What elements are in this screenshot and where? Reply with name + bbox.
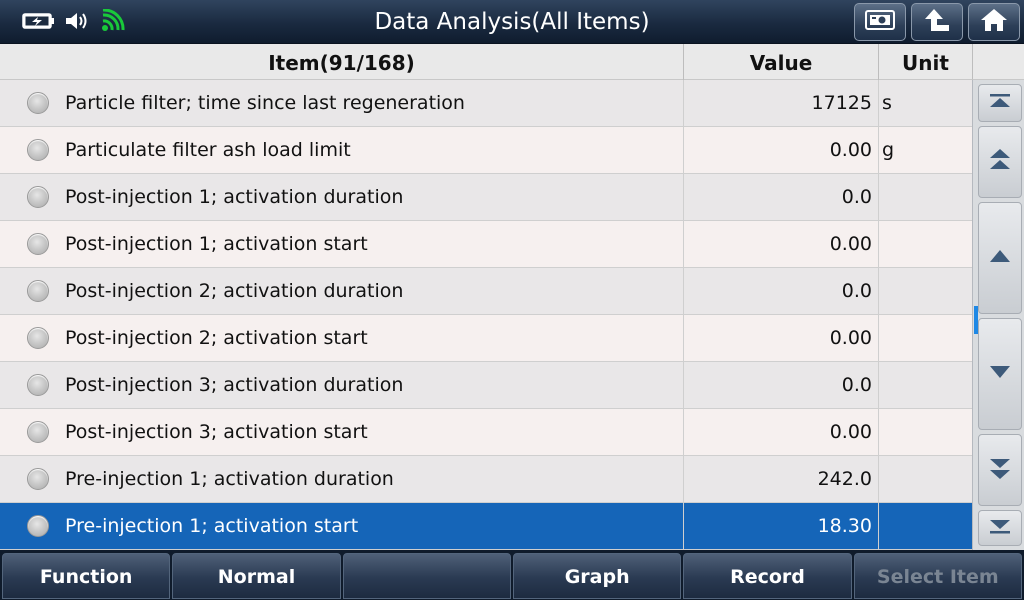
- record-button[interactable]: Record: [683, 553, 852, 599]
- page-up-icon: [988, 147, 1012, 177]
- item-name: Particulate filter ash load limit: [65, 139, 351, 161]
- item-unit: g: [882, 139, 895, 161]
- page-up-button[interactable]: [978, 126, 1022, 198]
- table-row-selected[interactable]: Pre-injection 1; activation start 18.30: [0, 503, 972, 550]
- table-row[interactable]: Post-injection 2; activation duration 0.…: [0, 268, 972, 315]
- table-row[interactable]: Post-injection 3; activation start 0.00: [0, 409, 972, 456]
- radio-button[interactable]: [27, 280, 49, 302]
- scroll-top-button[interactable]: [978, 84, 1022, 122]
- item-value: 0.00: [684, 221, 879, 267]
- item-name: Post-injection 2; activation start: [65, 327, 368, 349]
- radio-button[interactable]: [27, 327, 49, 349]
- table-body: Particle filter; time since last regener…: [0, 80, 972, 550]
- radio-button[interactable]: [27, 92, 49, 114]
- select-item-button[interactable]: Select Item: [853, 553, 1022, 599]
- line-up-button[interactable]: [978, 202, 1022, 314]
- item-value: 18.30: [684, 503, 879, 549]
- item-name: Post-injection 3; activation duration: [65, 374, 404, 396]
- home-icon: [979, 7, 1009, 37]
- item-name: Post-injection 2; activation duration: [65, 280, 404, 302]
- back-button[interactable]: [911, 3, 963, 41]
- item-name: Pre-injection 1; activation duration: [65, 468, 394, 490]
- line-up-icon: [988, 248, 1012, 268]
- item-value: 242.0: [684, 456, 879, 502]
- table-header: Item(91/168) Value Unit: [0, 44, 972, 80]
- line-down-icon: [988, 364, 1012, 384]
- item-unit: [879, 268, 972, 314]
- item-value: 0.00: [684, 315, 879, 361]
- graph-button[interactable]: Graph: [512, 553, 682, 599]
- scroll-bottom-icon: [988, 517, 1012, 539]
- function-button[interactable]: Function: [2, 553, 171, 599]
- table-row[interactable]: Particulate filter ash load limit 0.00 g: [0, 127, 972, 174]
- screenshot-button[interactable]: [854, 3, 906, 41]
- scroll-top-icon: [988, 92, 1012, 114]
- item-unit: [879, 503, 972, 549]
- item-value: 0.0: [684, 362, 879, 408]
- item-value: 0.00: [684, 409, 879, 455]
- item-unit: [879, 174, 972, 220]
- scroll-bottom-button[interactable]: [978, 510, 1022, 546]
- header-spacer: [972, 44, 1024, 80]
- item-name: Particle filter; time since last regener…: [65, 92, 465, 114]
- page-down-button[interactable]: [978, 434, 1022, 506]
- table-row[interactable]: Post-injection 2; activation start 0.00: [0, 315, 972, 362]
- item-name: Post-injection 1; activation duration: [65, 186, 404, 208]
- radio-button[interactable]: [27, 421, 49, 443]
- radio-button[interactable]: [27, 233, 49, 255]
- item-value: 17125: [684, 80, 879, 126]
- table-row[interactable]: Post-injection 3; activation duration 0.…: [0, 362, 972, 409]
- table-row[interactable]: Pre-injection 1; activation duration 242…: [0, 456, 972, 503]
- table-row[interactable]: Particle filter; time since last regener…: [0, 80, 972, 127]
- radio-button[interactable]: [27, 468, 49, 490]
- radio-button[interactable]: [27, 139, 49, 161]
- table-row[interactable]: Post-injection 1; activation duration 0.…: [0, 174, 972, 221]
- radio-button[interactable]: [27, 374, 49, 396]
- item-unit: s: [882, 92, 892, 114]
- bottom-toolbar: Function Normal Graph Record Select Item: [0, 550, 1024, 600]
- screenshot-icon: [864, 8, 896, 36]
- item-unit: [879, 456, 972, 502]
- app-window: Data Analysis(All Items) Item(91/168) Va…: [0, 0, 1024, 600]
- scrollbar[interactable]: [972, 80, 1024, 550]
- data-table: Item(91/168) Value Unit Particle filter;…: [0, 44, 972, 550]
- back-arrow-icon: [922, 7, 952, 37]
- column-header-item[interactable]: Item(91/168): [0, 44, 684, 80]
- radio-button[interactable]: [27, 515, 49, 537]
- item-unit: [879, 221, 972, 267]
- top-button-group: [854, 3, 1020, 41]
- column-header-value: Value: [684, 44, 879, 80]
- item-unit: [879, 409, 972, 455]
- item-value: 0.0: [684, 174, 879, 220]
- column-header-unit: Unit: [902, 51, 949, 75]
- title-bar: Data Analysis(All Items): [0, 0, 1024, 44]
- item-name: Post-injection 3; activation start: [65, 421, 368, 443]
- table-row[interactable]: Post-injection 1; activation start 0.00: [0, 221, 972, 268]
- item-value: 0.0: [684, 268, 879, 314]
- item-value: 0.00: [684, 127, 879, 173]
- item-name: Post-injection 1; activation start: [65, 233, 368, 255]
- home-button[interactable]: [968, 3, 1020, 41]
- item-name: Pre-injection 1; activation start: [65, 515, 359, 537]
- normal-button[interactable]: Normal: [172, 553, 341, 599]
- blank-button[interactable]: [342, 553, 511, 599]
- page-down-icon: [988, 455, 1012, 485]
- radio-button[interactable]: [27, 186, 49, 208]
- line-down-button[interactable]: [978, 318, 1022, 430]
- item-unit: [879, 315, 972, 361]
- item-unit: [879, 362, 972, 408]
